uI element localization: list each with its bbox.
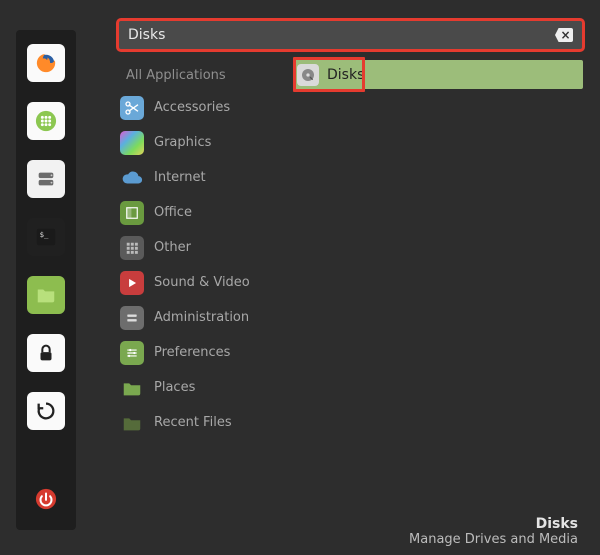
folder-icon	[35, 284, 57, 306]
category-administration[interactable]: Administration	[120, 300, 280, 335]
category-label: Internet	[154, 170, 206, 185]
dock-item-files[interactable]	[27, 276, 65, 314]
footer-subtitle: Manage Drives and Media	[409, 532, 578, 547]
footer-title: Disks	[409, 516, 578, 532]
category-label: Administration	[154, 310, 249, 325]
category-header-label: All Applications	[126, 68, 226, 83]
category-label: Places	[154, 380, 195, 395]
power-icon	[35, 488, 57, 510]
firefox-icon	[35, 52, 57, 74]
category-all-applications[interactable]: All Applications	[120, 60, 280, 90]
apps-grid-icon	[35, 110, 57, 132]
category-preferences[interactable]: Preferences	[120, 335, 280, 370]
category-sound-video[interactable]: Sound & Video	[120, 265, 280, 300]
category-places[interactable]: Places	[120, 370, 280, 405]
dock-item-apps-grid[interactable]	[27, 102, 65, 140]
dock-item-terminal[interactable]: $_	[27, 218, 65, 256]
dock-item-power[interactable]	[27, 480, 65, 518]
disks-icon	[35, 168, 57, 190]
terminal-icon: $_	[35, 226, 57, 248]
dock-item-lock[interactable]	[27, 334, 65, 372]
office-icon	[120, 201, 144, 225]
folder-dark-icon	[120, 411, 144, 435]
graphics-icon	[120, 131, 144, 155]
app-description-footer: Disks Manage Drives and Media	[409, 516, 578, 547]
refresh-icon	[35, 400, 57, 422]
play-icon	[120, 271, 144, 295]
folder-icon	[120, 376, 144, 400]
category-accessories[interactable]: Accessories	[120, 90, 280, 125]
scissors-icon	[120, 96, 144, 120]
search-result-disks[interactable]: Disks	[293, 60, 583, 89]
clear-search-icon[interactable]	[555, 28, 573, 42]
dock-item-firefox[interactable]	[27, 44, 65, 82]
favorites-dock: $_	[16, 30, 76, 530]
category-label: Graphics	[154, 135, 211, 150]
categories-list: All Applications Accessories Graphics In…	[120, 60, 280, 440]
grid-icon	[120, 236, 144, 260]
category-label: Sound & Video	[154, 275, 250, 290]
search-result-label: Disks	[327, 67, 364, 83]
category-recent-files[interactable]: Recent Files	[120, 405, 280, 440]
admin-icon	[120, 306, 144, 330]
category-label: Recent Files	[154, 415, 232, 430]
dock-item-updates[interactable]	[27, 392, 65, 430]
disks-app-icon	[297, 64, 319, 86]
search-input[interactable]: Disks	[118, 20, 583, 50]
category-label: Accessories	[154, 100, 230, 115]
search-query-text: Disks	[128, 27, 165, 43]
category-office[interactable]: Office	[120, 195, 280, 230]
category-other[interactable]: Other	[120, 230, 280, 265]
svg-text:$_: $_	[40, 230, 49, 239]
category-internet[interactable]: Internet	[120, 160, 280, 195]
category-graphics[interactable]: Graphics	[120, 125, 280, 160]
category-label: Preferences	[154, 345, 230, 360]
category-label: Office	[154, 205, 192, 220]
cloud-icon	[120, 166, 144, 190]
category-label: Other	[154, 240, 191, 255]
preferences-icon	[120, 341, 144, 365]
lock-icon	[35, 342, 57, 364]
dock-item-disks-utility[interactable]	[27, 160, 65, 198]
